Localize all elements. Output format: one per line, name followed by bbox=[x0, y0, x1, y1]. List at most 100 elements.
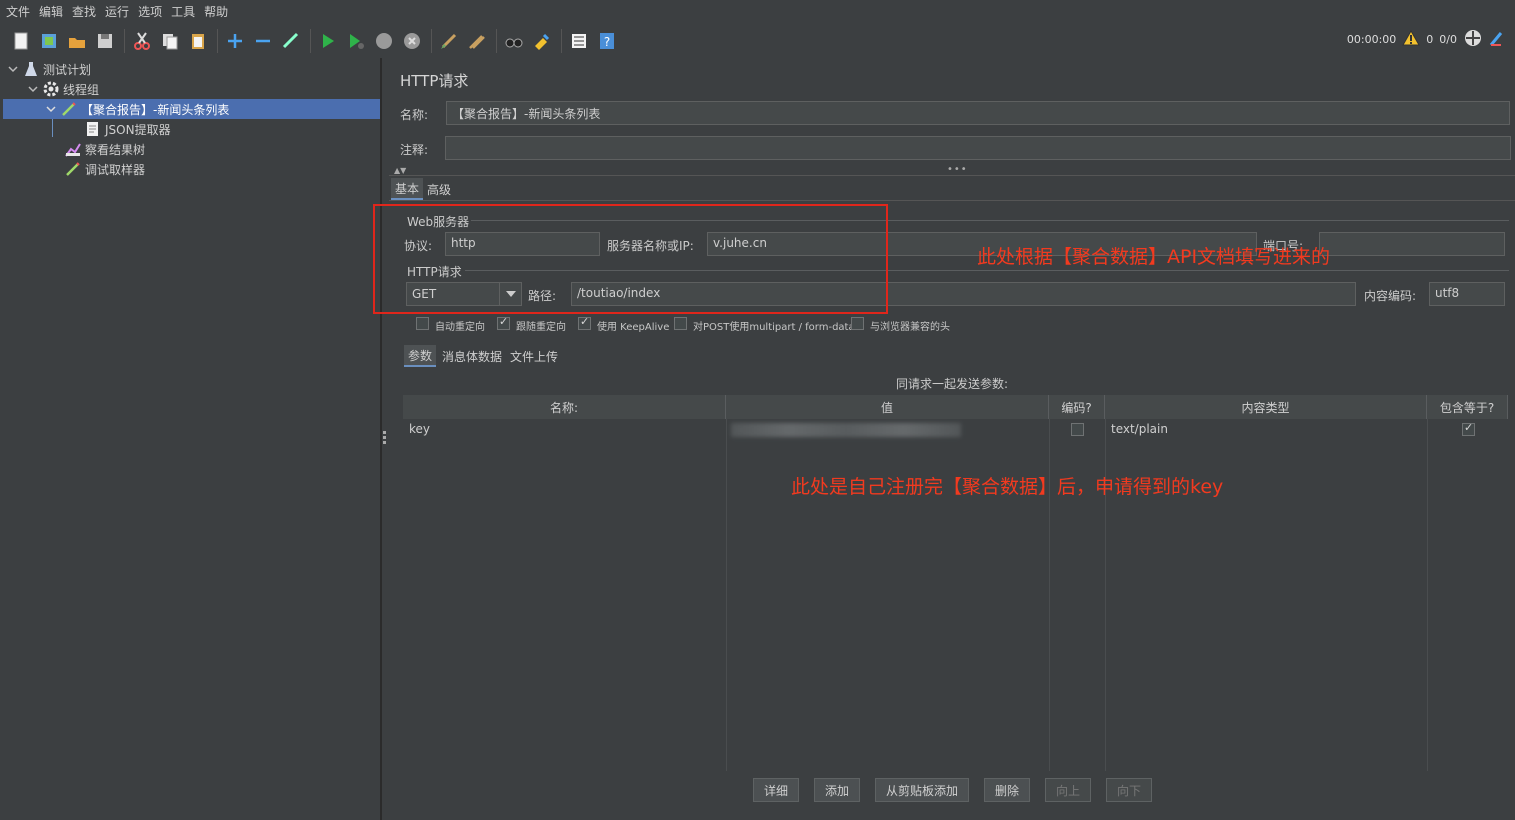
collapse-icon[interactable] bbox=[252, 30, 274, 52]
menu-search[interactable]: 查找 bbox=[72, 3, 96, 20]
toolbar-separator bbox=[310, 29, 311, 53]
tree-item-debug-sampler[interactable]: 调试取样器 bbox=[65, 159, 145, 179]
new-icon[interactable] bbox=[10, 30, 32, 52]
warning-icon[interactable] bbox=[1402, 29, 1421, 49]
column-header-encode[interactable]: 编码? bbox=[1049, 395, 1105, 419]
column-header-include-equals[interactable]: 包含等于? bbox=[1427, 395, 1508, 419]
divider bbox=[389, 175, 1515, 176]
shutdown-icon[interactable] bbox=[401, 30, 423, 52]
toggle-icon[interactable] bbox=[280, 30, 302, 52]
server-label: 服务器名称或IP: bbox=[607, 239, 694, 253]
function-helper-icon[interactable] bbox=[568, 30, 590, 52]
param-name-cell[interactable]: key bbox=[409, 422, 430, 436]
stop-icon[interactable] bbox=[373, 30, 395, 52]
start-no-pause-icon[interactable] bbox=[345, 30, 367, 52]
gear-icon bbox=[43, 81, 59, 97]
tree-item-label: 【聚合报告】-新闻头条列表 bbox=[81, 102, 230, 117]
tree-item-thread-group[interactable]: 线程组 bbox=[27, 79, 99, 99]
warning-count: 0 bbox=[1426, 33, 1434, 46]
browser-headers-checkbox[interactable] bbox=[851, 317, 864, 330]
tree-item-http-request[interactable]: 【聚合报告】-新闻头条列表 bbox=[3, 99, 380, 119]
column-header-value[interactable]: 值 bbox=[726, 395, 1049, 419]
include-equals-checkbox[interactable] bbox=[1462, 421, 1475, 436]
method-value: GET bbox=[412, 287, 437, 301]
encoding-field[interactable]: utf8 bbox=[1429, 282, 1505, 306]
protocol-field[interactable]: http bbox=[445, 232, 600, 256]
document-icon bbox=[85, 121, 101, 137]
menu-tools[interactable]: 工具 bbox=[171, 3, 195, 20]
tree-item-label: 测试计划 bbox=[43, 62, 92, 77]
clear-all-icon[interactable] bbox=[466, 30, 488, 52]
drag-handle-icon[interactable]: ••• bbox=[947, 164, 968, 175]
tab-advanced[interactable]: 高级 bbox=[423, 178, 455, 200]
add-from-clipboard-button[interactable]: 从剪贴板添加 bbox=[875, 778, 970, 802]
port-field[interactable] bbox=[1319, 232, 1505, 256]
chevron-down-icon[interactable] bbox=[499, 283, 521, 305]
sampler-icon bbox=[61, 101, 77, 117]
tab-parameters[interactable]: 参数 bbox=[404, 345, 437, 367]
auto-redirect-checkbox[interactable] bbox=[416, 317, 429, 330]
collapse-arrows-icon[interactable]: ▲▼ bbox=[394, 166, 406, 175]
content-type-cell[interactable]: text/plain bbox=[1111, 422, 1168, 436]
detail-button[interactable]: 详细 bbox=[753, 778, 800, 802]
keepalive-label: 使用 KeepAlive bbox=[597, 322, 670, 333]
follow-redirect-checkbox[interactable] bbox=[497, 315, 510, 330]
chevron-down-icon[interactable] bbox=[7, 63, 19, 75]
delete-button[interactable]: 删除 bbox=[984, 778, 1031, 802]
encoding-label: 内容编码: bbox=[1364, 289, 1417, 303]
tree-item-view-results-tree[interactable]: 察看结果树 bbox=[65, 139, 145, 159]
menu-file[interactable]: 文件 bbox=[6, 3, 30, 20]
path-field[interactable]: /toutiao/index bbox=[571, 282, 1356, 306]
toolbar-separator bbox=[496, 29, 497, 53]
chevron-down-icon[interactable] bbox=[45, 103, 57, 115]
keepalive-checkbox[interactable] bbox=[578, 315, 591, 330]
method-select[interactable]: GET bbox=[406, 282, 522, 306]
help-icon[interactable]: ? bbox=[596, 30, 618, 52]
toolbar: ? 00:00:00 0 0/0 bbox=[0, 24, 1515, 58]
pane-splitter[interactable] bbox=[381, 58, 389, 820]
chevron-down-icon[interactable] bbox=[27, 83, 39, 95]
group-border bbox=[471, 220, 1509, 221]
log-icon[interactable] bbox=[1489, 29, 1505, 50]
tree-item-test-plan[interactable]: 测试计划 bbox=[7, 59, 91, 79]
start-icon[interactable] bbox=[317, 30, 339, 52]
menu-edit[interactable]: 编辑 bbox=[39, 3, 63, 20]
search-icon[interactable] bbox=[503, 30, 525, 52]
table-row[interactable]: key text/plain bbox=[403, 419, 1508, 439]
column-header-content-type[interactable]: 内容类型 bbox=[1105, 395, 1427, 419]
web-server-group-title: Web服务器 bbox=[407, 215, 470, 229]
comment-field[interactable] bbox=[445, 136, 1511, 160]
menu-options[interactable]: 选项 bbox=[138, 3, 162, 20]
toolbar-separator bbox=[124, 29, 125, 53]
copy-icon[interactable] bbox=[159, 30, 181, 52]
tab-body-data[interactable]: 消息体数据 bbox=[438, 345, 506, 367]
cut-icon[interactable] bbox=[131, 30, 153, 52]
tree-item-label: 线程组 bbox=[63, 82, 100, 97]
tab-file-upload[interactable]: 文件上传 bbox=[506, 345, 562, 367]
encode-checkbox[interactable] bbox=[1071, 423, 1084, 436]
toolbar-separator bbox=[561, 29, 562, 53]
column-header-name[interactable]: 名称: bbox=[403, 395, 726, 419]
save-icon[interactable] bbox=[94, 30, 116, 52]
menu-help[interactable]: 帮助 bbox=[204, 3, 228, 20]
annotation-key-note: 此处是自己注册完【聚合数据】后，申请得到的key bbox=[791, 476, 1224, 498]
name-field[interactable]: 【聚合报告】-新闻头条列表 bbox=[446, 101, 1510, 125]
add-button[interactable]: 添加 bbox=[814, 778, 861, 802]
clear-icon[interactable] bbox=[438, 30, 460, 52]
reset-search-icon[interactable] bbox=[531, 30, 553, 52]
redacted-key-value[interactable] bbox=[731, 423, 961, 437]
move-up-button[interactable]: 向上 bbox=[1045, 778, 1092, 802]
tree-item-json-extractor[interactable]: JSON提取器 bbox=[85, 119, 171, 139]
menu-run[interactable]: 运行 bbox=[105, 3, 129, 20]
open-icon[interactable] bbox=[66, 30, 88, 52]
remote-icon[interactable] bbox=[1463, 28, 1483, 51]
multipart-checkbox[interactable] bbox=[674, 317, 687, 330]
templates-icon[interactable] bbox=[38, 30, 60, 52]
paste-icon[interactable] bbox=[187, 30, 209, 52]
tree-item-label: 调试取样器 bbox=[85, 162, 146, 177]
active-threads: 0/0 bbox=[1439, 33, 1457, 46]
tab-basic[interactable]: 基本 bbox=[391, 178, 424, 200]
move-down-button[interactable]: 向下 bbox=[1106, 778, 1153, 802]
expand-icon[interactable] bbox=[224, 30, 246, 52]
sampler-icon bbox=[65, 161, 81, 177]
